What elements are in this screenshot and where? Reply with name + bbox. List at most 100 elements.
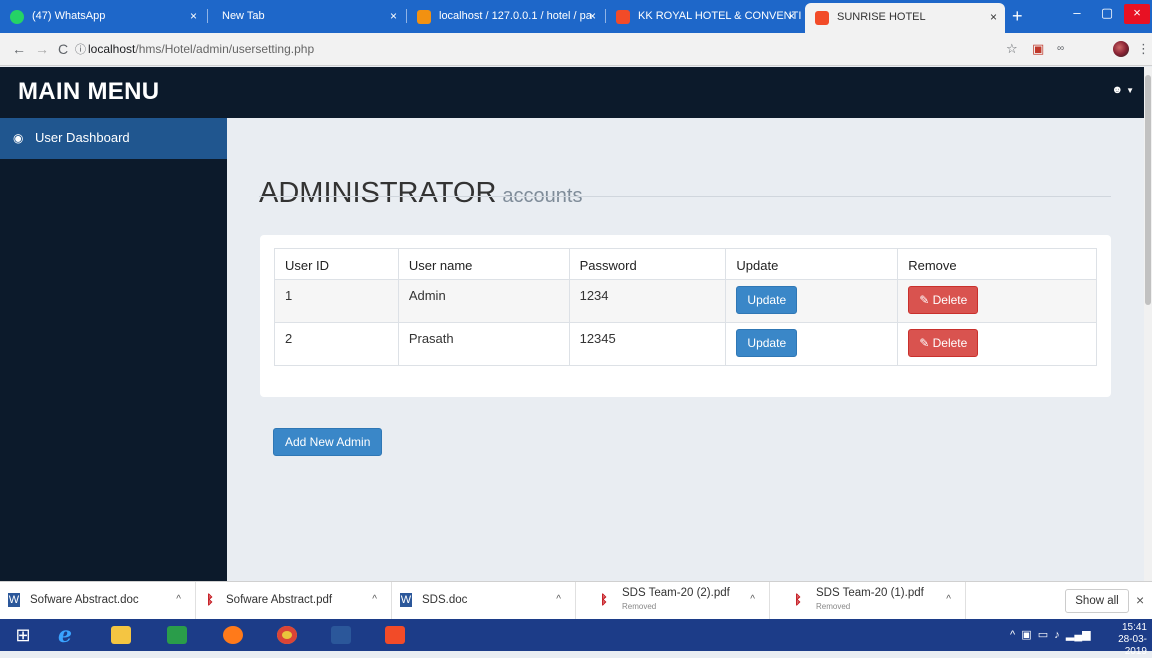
cell-remove: ✎ Delete — [897, 279, 1097, 323]
word-doc-icon: W — [8, 593, 20, 607]
chevron-up-icon[interactable]: ^ — [176, 594, 181, 605]
cell-remove: ✎ Delete — [897, 322, 1097, 366]
column-header-update: Update — [725, 248, 899, 280]
close-icon[interactable]: × — [990, 3, 997, 32]
cell-user-name: Admin — [397, 279, 570, 323]
cell-user-id: 2 — [274, 322, 399, 366]
download-filename: Sofware Abstract.pdf — [226, 594, 333, 606]
cell-password: 1234 — [568, 279, 727, 323]
chevron-up-icon[interactable]: ^ — [750, 594, 755, 605]
browser-tab-phpmyadmin[interactable]: localhost / 127.0.0.1 / hotel / pa × — [407, 2, 604, 31]
chrome-icon[interactable] — [272, 622, 302, 648]
chevron-up-icon[interactable]: ^ — [946, 594, 951, 605]
bookmark-star-icon[interactable]: ☆ — [1006, 41, 1018, 57]
edit-icon: ✎ — [919, 336, 930, 350]
column-header-password: Password — [568, 248, 727, 280]
taskbar-clock[interactable]: 15:41 28-03-2019 — [1111, 622, 1147, 658]
dashboard-icon: ◉ — [13, 131, 24, 145]
update-button[interactable]: Update — [736, 329, 798, 357]
main-content: ADMINISTRATOR accounts User ID User name … — [227, 118, 1144, 581]
new-tab-button[interactable]: + — [1012, 6, 1023, 26]
cell-update: Update — [725, 322, 899, 366]
internet-explorer-icon[interactable]: e — [50, 622, 80, 648]
close-icon[interactable]: × — [1136, 592, 1144, 608]
download-filename: Sofware Abstract.doc — [30, 594, 139, 606]
cell-user-name: Prasath — [397, 322, 570, 366]
show-all-button[interactable]: Show all — [1065, 589, 1129, 613]
maximize-button[interactable]: ▢ — [1094, 4, 1120, 24]
download-item[interactable]: W Sofware Abstract.doc ^ — [0, 582, 196, 620]
scrollbar-thumb[interactable] — [1145, 75, 1151, 305]
window-close-button[interactable]: × — [1124, 4, 1150, 24]
pocket-icon[interactable]: ▣ — [1032, 41, 1044, 57]
download-filename: SDS.doc — [422, 594, 468, 606]
url-input[interactable]: localhost/hms/Hotel/admin/usersetting.ph… — [88, 42, 314, 56]
profile-avatar[interactable] — [1113, 41, 1129, 57]
delete-button[interactable]: ✎ Delete — [908, 286, 979, 314]
file-explorer-icon[interactable] — [106, 622, 136, 648]
close-icon[interactable]: × — [788, 2, 795, 31]
tab-title: (47) WhatsApp — [32, 10, 106, 22]
edit-icon: ✎ — [919, 293, 930, 307]
table-header-row: User ID User name Password Update Remove — [274, 248, 1097, 280]
back-arrow-icon[interactable]: ← — [12, 41, 26, 57]
cell-update: Update — [725, 279, 899, 323]
windows-taskbar: ⊞ e ^ ▣ ▭ ♪ ▂▄▆ 15:41 28-03-2019 — [0, 619, 1152, 657]
close-icon[interactable]: × — [589, 2, 596, 31]
pdf-icon: ᛔ — [792, 593, 804, 607]
download-shelf: W Sofware Abstract.doc ^ ᛔ Sofware Abstr… — [0, 581, 1152, 620]
clock-date: 28-03-2019 — [1118, 634, 1147, 657]
download-item[interactable]: ᛔ SDS Team-20 (2).pdf Removed ^ — [576, 582, 770, 620]
app-top-bar: MAIN MENU ☻ ▼ — [0, 67, 1152, 118]
browser-tab-sunrise-hotel[interactable]: SUNRISE HOTEL × — [805, 3, 1005, 33]
phpmyadmin-icon — [417, 10, 431, 24]
minimize-button[interactable]: – — [1064, 4, 1090, 24]
address-bar: ← → C ⓘ localhost/hms/Hotel/admin/userse… — [0, 33, 1152, 66]
xampp-icon[interactable] — [380, 622, 410, 648]
download-status: Removed — [622, 602, 657, 611]
browser-tab-strip: (47) WhatsApp × New Tab × localhost / 12… — [0, 0, 1152, 33]
download-filename: SDS Team-20 (1).pdf — [816, 587, 924, 599]
chevron-up-icon[interactable]: ^ — [372, 594, 377, 605]
download-item[interactable]: ᛔ Sofware Abstract.pdf ^ — [196, 582, 392, 620]
update-button[interactable]: Update — [736, 286, 798, 314]
chevron-up-icon[interactable]: ^ — [556, 594, 561, 605]
sidebar-item-label: User Dashboard — [35, 130, 130, 145]
close-icon[interactable]: × — [390, 2, 397, 31]
user-icon: ☻ — [1111, 84, 1124, 96]
close-icon[interactable]: × — [190, 2, 197, 31]
user-menu-dropdown[interactable]: ☻ ▼ — [1111, 84, 1134, 96]
download-item[interactable]: ᛔ SDS Team-20 (1).pdf Removed ^ — [770, 582, 966, 620]
word-icon[interactable] — [326, 622, 356, 648]
chevron-down-icon: ▼ — [1126, 86, 1134, 95]
brand-title[interactable]: MAIN MENU — [18, 78, 159, 106]
download-item[interactable]: W SDS.doc ^ — [392, 582, 576, 620]
whatsapp-icon — [10, 10, 24, 24]
info-icon[interactable]: ⓘ — [75, 42, 86, 58]
forward-arrow-icon[interactable]: → — [35, 41, 49, 57]
table-row: 2 Prasath 12345 Update ✎ Delete — [274, 322, 1097, 366]
browser-tab-whatsapp[interactable]: (47) WhatsApp × — [0, 2, 205, 31]
tab-title: KK ROYAL HOTEL & CONVENTI — [638, 10, 802, 22]
browser-tab-new-tab[interactable]: New Tab × — [208, 2, 405, 31]
hotel-favicon-icon — [815, 11, 829, 25]
delete-button[interactable]: ✎ Delete — [908, 329, 979, 357]
windows-start-icon[interactable]: ⊞ — [8, 622, 38, 648]
system-tray[interactable]: ^ ▣ ▭ ♪ ▂▄▆ — [1010, 628, 1091, 641]
accounts-table: User ID User name Password Update Remove… — [274, 248, 1097, 366]
sidebar-item-user-dashboard[interactable]: ◉ User Dashboard — [0, 118, 227, 159]
page-scrollbar[interactable] — [1144, 67, 1152, 581]
tab-title: localhost / 127.0.0.1 / hotel / pa — [439, 10, 592, 22]
store-icon[interactable] — [162, 622, 192, 648]
add-new-admin-button[interactable]: Add New Admin — [273, 428, 383, 456]
browser-tab-kk-royal-hotel[interactable]: KK ROYAL HOTEL & CONVENTI × — [606, 2, 803, 31]
pdf-icon: ᛔ — [204, 593, 216, 607]
extension-icon[interactable]: ∞ — [1057, 41, 1064, 57]
download-filename: SDS Team-20 (2).pdf — [622, 587, 730, 599]
download-status: Removed — [816, 602, 851, 611]
column-header-user-name: User name — [397, 248, 570, 280]
browser-menu-icon[interactable]: ⋮ — [1137, 41, 1150, 57]
reload-icon[interactable]: C — [58, 41, 68, 57]
firefox-icon[interactable] — [218, 622, 248, 648]
cell-password: 12345 — [568, 322, 727, 366]
